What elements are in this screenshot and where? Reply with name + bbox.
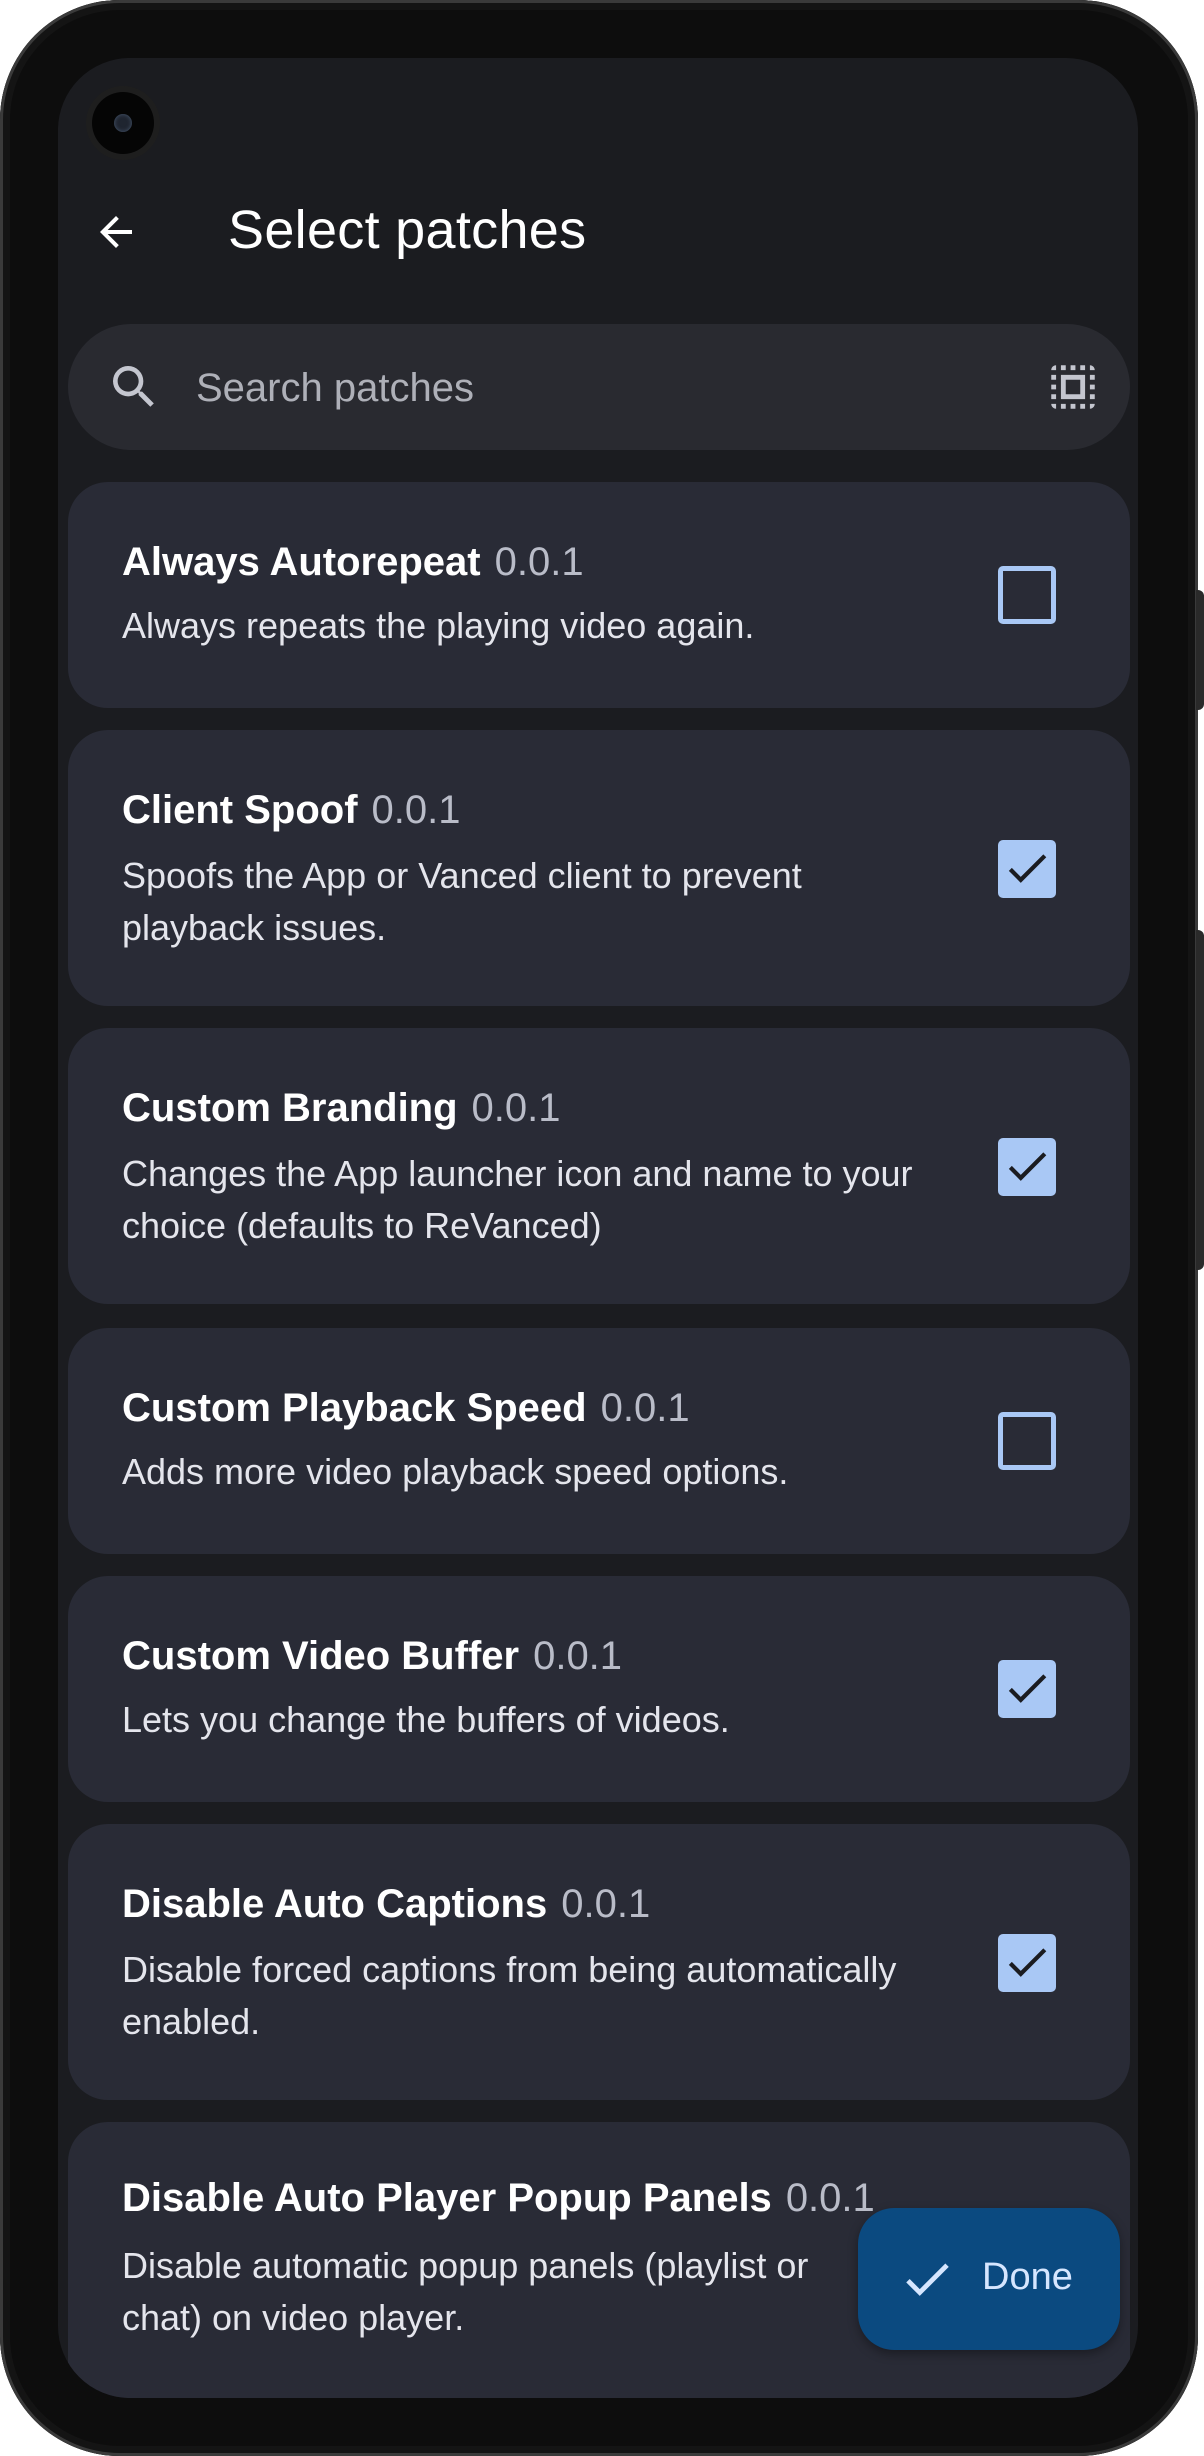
patch-name: Disable Auto Player Popup Panels [122,2176,772,2220]
patch-version: 0.0.1 [600,1386,690,1430]
patch-title-row: Disable Auto Player Popup Panels 0.0.1 [122,2176,875,2221]
patch-description: Adds more video playback speed options. [122,1451,789,1492]
patch-description: Changes the App launcher icon and name t… [122,1153,913,1246]
patch-title-row: Custom Playback Speed 0.0.1 [122,1386,690,1431]
done-button[interactable]: Done [858,2208,1120,2350]
patch-name: Custom Video Buffer [122,1634,520,1678]
patch-description: Disable automatic popup panels (playlist… [122,2245,809,2338]
patch-checkbox[interactable] [998,840,1056,898]
patch-version: 0.0.1 [561,1882,651,1926]
search-bar[interactable] [68,324,1130,450]
patch-item[interactable]: Custom Video Buffer 0.0.1 Lets you change… [68,1576,1130,1802]
page-title: Select patches [228,200,587,260]
patch-description: Lets you change the buffers of videos. [122,1699,730,1740]
check-icon [1008,854,1047,883]
patch-version: 0.0.1 [371,788,461,832]
back-button[interactable] [80,196,152,268]
patch-version: 0.0.1 [471,1086,561,1130]
arrow-back-icon [100,216,132,248]
done-label: Done [982,2256,1073,2298]
power-button [1196,590,1204,710]
screen: Select patches Always Autorepeat 0.0.1 Al… [58,58,1138,2398]
patch-checkbox[interactable] [998,1660,1056,1718]
patch-title-row: Always Autorepeat 0.0.1 [122,540,584,585]
patch-version: 0.0.1 [494,540,584,584]
patch-description: Spoofs the App or Vanced client to preve… [122,855,802,948]
patch-item[interactable]: Custom Playback Speed 0.0.1 Adds more vid… [68,1328,1130,1554]
patch-name: Client Spoof [122,788,358,832]
patch-name: Custom Playback Speed [122,1386,587,1430]
patch-checkbox[interactable] [998,1138,1056,1196]
patch-title-row: Custom Branding 0.0.1 [122,1086,561,1131]
patch-item[interactable]: Disable Auto Captions 0.0.1 Disable force… [68,1824,1130,2100]
patch-version: 0.0.1 [785,2176,875,2220]
search-input[interactable] [194,352,978,424]
check-icon [906,2263,949,2296]
volume-button [1196,930,1204,1270]
patch-title-row: Custom Video Buffer 0.0.1 [122,1634,622,1679]
patch-name: Disable Auto Captions [122,1882,548,1926]
patch-name: Always Autorepeat [122,540,481,584]
check-icon [1008,1674,1047,1703]
front-camera [92,92,154,154]
patch-item[interactable]: Custom Branding 0.0.1 Changes the App lau… [68,1028,1130,1304]
check-icon [1008,1948,1047,1977]
select-all-icon[interactable] [1044,358,1102,416]
patch-title-row: Disable Auto Captions 0.0.1 [122,1882,650,1927]
patch-description: Disable forced captions from being autom… [122,1949,897,2042]
patch-checkbox[interactable] [998,1412,1056,1470]
patch-item[interactable]: Always Autorepeat 0.0.1 Always repeats th… [68,482,1130,708]
patch-checkbox[interactable] [998,1934,1056,1992]
patch-version: 0.0.1 [533,1634,623,1678]
patch-checkbox[interactable] [998,566,1056,624]
top-app-bar: Select patches [58,176,1138,288]
patch-title-row: Client Spoof 0.0.1 [122,788,461,833]
search-icon [113,366,154,407]
patch-name: Custom Branding [122,1086,458,1130]
patch-description: Always repeats the playing video again. [122,605,755,646]
patch-item[interactable]: Client Spoof 0.0.1 Spoofs the App or Vanc… [68,730,1130,1006]
check-icon [1008,1152,1047,1181]
